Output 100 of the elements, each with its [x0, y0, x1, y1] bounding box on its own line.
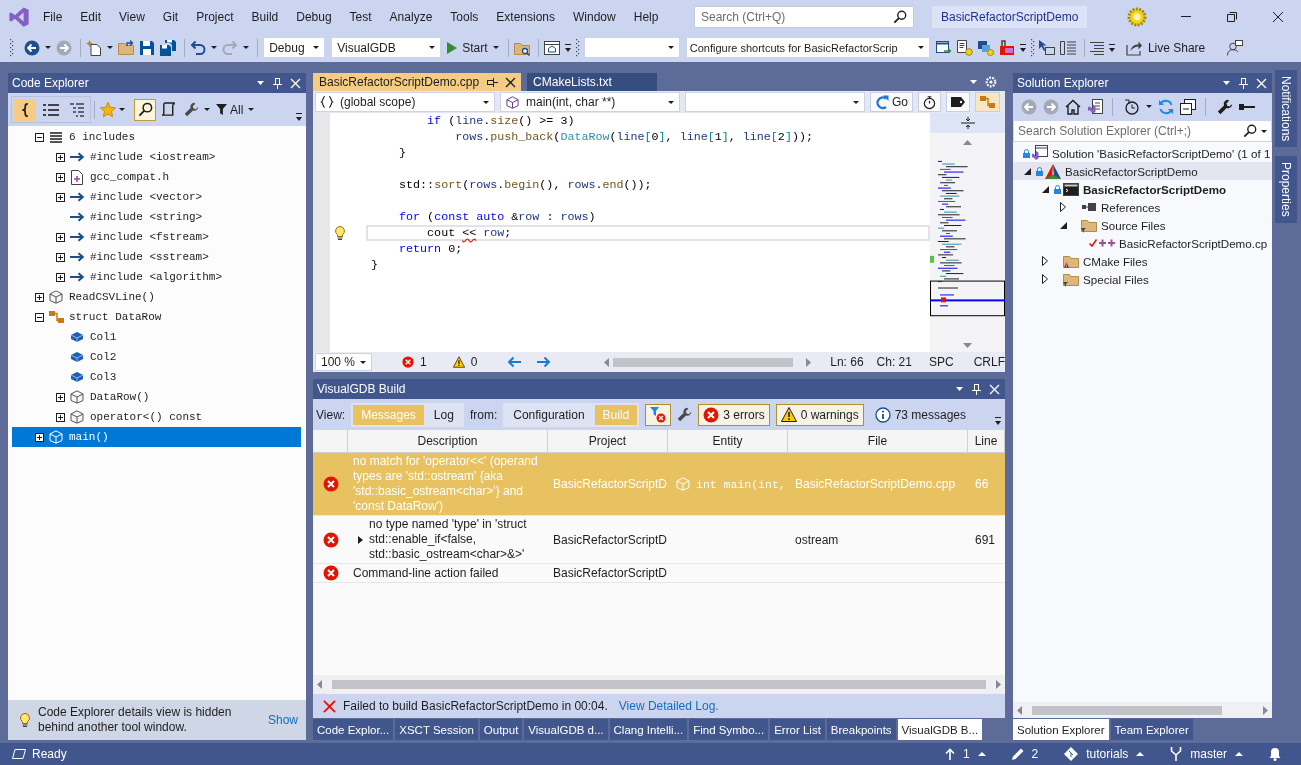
properties-icon[interactable]: [1239, 102, 1255, 111]
caret-icon[interactable]: [1146, 105, 1152, 108]
menu-item[interactable]: Test: [340, 5, 381, 28]
arrow-right-icon[interactable]: [537, 356, 552, 368]
tool-window-tab[interactable]: VisualGDB B...: [897, 719, 983, 740]
expander-icon[interactable]: [35, 292, 44, 302]
document-tab[interactable]: BasicRefactorScriptDemo.cpp: [313, 73, 522, 91]
scroll-up-icon[interactable]: [963, 140, 972, 145]
filter-toggle[interactable]: 3 errors: [698, 403, 770, 426]
show-link[interactable]: Show: [267, 713, 298, 727]
repository-selector[interactable]: tutorials: [1064, 747, 1145, 761]
document-gear-icon[interactable]: [956, 39, 973, 56]
error-filter-toggle[interactable]: [645, 403, 672, 426]
settings-icon[interactable]: [985, 76, 997, 88]
scroll-left-icon[interactable]: [1017, 705, 1022, 715]
expander-icon[interactable]: [56, 412, 65, 422]
side-tab[interactable]: Properties: [1275, 156, 1297, 224]
star-icon[interactable]: [100, 101, 116, 118]
gripper-icon[interactable]: [575, 38, 579, 57]
expanded-arrow-icon[interactable]: [1041, 185, 1049, 193]
scroll-down-icon[interactable]: [963, 343, 972, 348]
tree-item[interactable]: References: [1013, 198, 1272, 216]
go-button[interactable]: Go: [870, 92, 913, 112]
tree-item[interactable]: BasicRefactorScriptDemo: [1013, 162, 1272, 180]
tree-item[interactable]: ReadCSVLine(): [12, 287, 301, 307]
view-mode-toggle[interactable]: [14, 98, 36, 121]
horizontal-scrollbar[interactable]: [1013, 702, 1272, 718]
table-row[interactable]: Command-line action failed BasicRefactorScriptD: [313, 564, 1005, 583]
tool-window-tab[interactable]: Team Explorer: [1110, 719, 1193, 740]
caret-icon[interactable]: [119, 108, 125, 111]
tool-window-tab[interactable]: Breakpoints: [826, 719, 896, 740]
column-header[interactable]: Line: [968, 430, 1005, 452]
horizontal-scrollbar[interactable]: [313, 675, 1005, 694]
caret-icon[interactable]: [248, 108, 255, 111]
overflow-icon[interactable]: [1019, 43, 1026, 52]
stopwatch-button[interactable]: [918, 92, 941, 112]
scrollbar-thumb[interactable]: [613, 357, 794, 367]
warnings-indicator[interactable]: 0: [452, 355, 478, 369]
code-editor[interactable]: if (line.size() >= 3) rows.push_back(DataRow(line[0], line[1], line[2])); } std::sort(rows.begin(), rows.end()); for (const auto &row : rows) cout << row; return 0; }: [313, 113, 930, 352]
expander-icon[interactable]: [56, 172, 65, 182]
save-icon[interactable]: [139, 39, 156, 56]
zoom-dropdown[interactable]: 100 %: [315, 353, 372, 371]
menu-item[interactable]: Window: [564, 5, 625, 28]
collapsed-arrow-icon[interactable]: [1042, 274, 1048, 284]
search-toggle[interactable]: [134, 98, 156, 121]
tree-item[interactable]: operator<() const: [12, 407, 301, 427]
scrollbar-thumb[interactable]: [1032, 705, 1222, 715]
scroll-right-icon[interactable]: [996, 680, 1001, 689]
tool-window-tab[interactable]: Output: [479, 719, 523, 740]
tree-item[interactable]: Col3: [12, 367, 301, 387]
collapsed-arrow-icon[interactable]: [1060, 202, 1066, 212]
filter-toggle[interactable]: 0 warnings: [775, 403, 864, 426]
tree-item[interactable]: CMake Files: [1013, 252, 1272, 270]
expander-icon[interactable]: [56, 392, 65, 402]
menu-item[interactable]: Edit: [71, 5, 111, 28]
menu-item[interactable]: File: [34, 5, 72, 28]
wrench-icon[interactable]: [677, 407, 693, 422]
menu-item[interactable]: Git: [153, 5, 188, 28]
tool-window-tab[interactable]: Error List: [770, 719, 825, 740]
search-icon[interactable]: [893, 9, 907, 24]
search-icon[interactable]: [1243, 124, 1257, 138]
close-icon[interactable]: [506, 77, 516, 87]
shortcuts-dropdown[interactable]: Configure shortcuts for BasicRefactorScrip: [685, 37, 930, 58]
open-folder-icon[interactable]: [118, 39, 135, 56]
side-tab[interactable]: Notifications: [1275, 70, 1297, 148]
expander-icon[interactable]: [56, 252, 65, 262]
gear-icon[interactable]: [1127, 6, 1148, 27]
caret-icon[interactable]: [243, 46, 250, 49]
dropdown-icon[interactable]: [257, 81, 264, 85]
app-logo-icon[interactable]: [8, 5, 30, 28]
tree-item[interactable]: #include <sstream>: [12, 247, 301, 267]
expander-icon[interactable]: [35, 432, 44, 442]
expanded-arrow-icon[interactable]: [1059, 221, 1067, 229]
feedback-icon[interactable]: [1227, 39, 1244, 56]
live-share-button[interactable]: Live Share: [1125, 39, 1206, 56]
wrench-icon[interactable]: [1217, 98, 1233, 115]
overflow-icon[interactable]: [296, 113, 302, 121]
tool-window-tab[interactable]: VisualGDB d...: [524, 719, 608, 740]
expander-icon[interactable]: [56, 192, 65, 202]
gripper-icon[interactable]: [10, 38, 14, 57]
tree-item[interactable]: Solution 'BasicRefactorScriptDemo' (1 of 1: [1013, 144, 1272, 162]
scroll-right-icon[interactable]: [806, 357, 812, 367]
tree-item[interactable]: gcc_compat.h: [12, 167, 301, 187]
expander-icon[interactable]: [35, 132, 44, 142]
line-ending[interactable]: CRLF: [973, 355, 1005, 369]
branch-selector[interactable]: master: [1170, 747, 1243, 761]
undo-icon[interactable]: [190, 39, 207, 56]
overflow-icon[interactable]: [564, 43, 571, 52]
source-tab[interactable]: Configuration: [505, 404, 593, 425]
tool-window-tab[interactable]: Code Explor...: [313, 719, 394, 740]
table-row[interactable]: no type named 'type' in 'struct std::enable_if<false, std::basic_ostream<char>&>' BasicRefactorScriptD ostream 691: [313, 516, 1005, 564]
dropdown-icon[interactable]: [1223, 81, 1230, 85]
indent-mode[interactable]: SPC: [928, 355, 954, 369]
tool-window-tab[interactable]: Clang Intelli...: [609, 719, 688, 740]
scope-dropdown[interactable]: (global scope): [315, 92, 495, 112]
menu-item[interactable]: Project: [187, 5, 243, 28]
document-tab[interactable]: CMakeLists.txt: [527, 73, 658, 91]
save-all-icon[interactable]: [160, 39, 177, 56]
tree-item[interactable]: 6 includes: [12, 127, 301, 147]
toolbox-icon[interactable]: [998, 39, 1015, 56]
